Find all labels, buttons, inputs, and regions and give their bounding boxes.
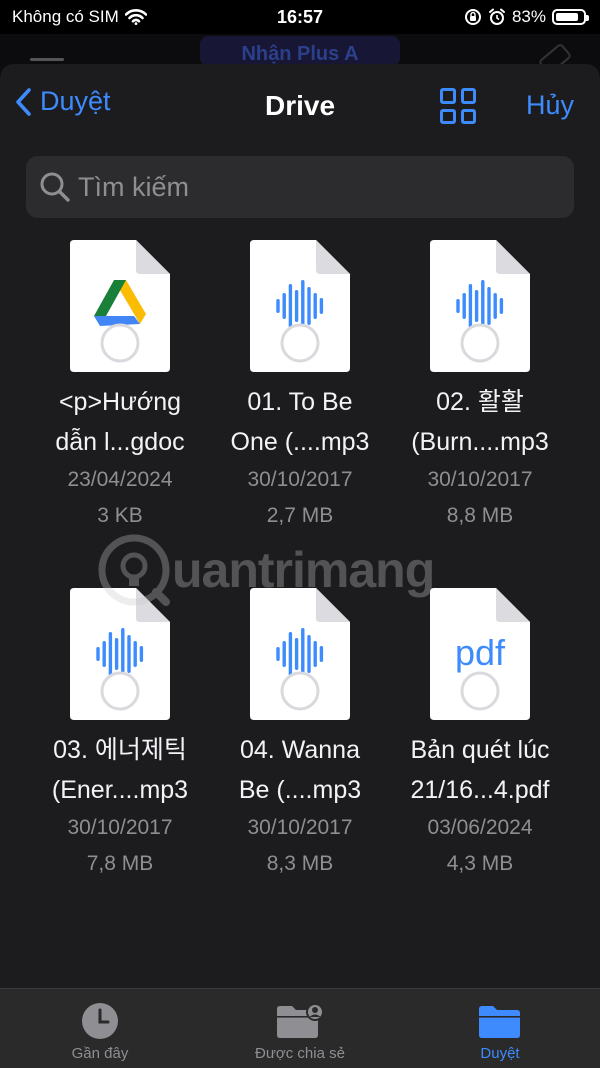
shared-folder-icon [277, 1003, 324, 1038]
file-name-line: <p>Hướng [58, 388, 182, 416]
cancel-button[interactable]: Hủy [526, 90, 574, 121]
search-input[interactable] [72, 155, 574, 219]
tab-shared[interactable]: Được chia sẻ [200, 989, 400, 1068]
file-name-line: (Burn....mp3 [411, 428, 549, 456]
search-bar[interactable] [26, 155, 574, 219]
navigation-bar: Duyệt Drive Hủy [0, 64, 600, 152]
file-grid: <p>Hướng dẫn l...gdoc 23/04/2024 3 KB 01. To… [30, 240, 570, 882]
pdf-file-icon: pdf [430, 588, 530, 720]
background-app-title: Nhận Plus A [200, 36, 400, 66]
file-size: 7,8 MB [86, 852, 154, 875]
file-name-line: One (....mp3 [230, 428, 370, 456]
file-date: 23/04/2024 [67, 468, 173, 491]
carrier-label: Không có SIM [12, 7, 119, 26]
file-name-line: Be (....mp3 [238, 776, 362, 804]
audio-file-icon [250, 240, 350, 372]
file-date: 30/10/2017 [247, 468, 353, 491]
tab-browse-label: Duyệt [480, 1045, 520, 1062]
file-name: <p>Hướng dẫn l...gdoc [55, 382, 184, 462]
chevron-left-icon [16, 87, 31, 116]
alarm-icon [488, 8, 505, 25]
file-name-line: 03. 에너제틱 [53, 736, 187, 764]
audio-file-icon [250, 588, 350, 720]
file-date: 30/10/2017 [247, 816, 353, 839]
battery-level [556, 13, 578, 21]
file-item[interactable]: 01. To Be One (....mp3 30/10/2017 2,7 MB [210, 240, 390, 534]
back-label: Duyệt [40, 86, 111, 116]
file-size: 8,8 MB [446, 504, 514, 527]
file-item[interactable]: 04. Wanna Be (....mp3 30/10/2017 8,3 MB [210, 588, 390, 882]
file-date: 03/06/2024 [427, 816, 533, 839]
file-name: 03. 에너제틱 (Ener....mp3 [52, 730, 188, 810]
file-name: 01. To Be One (....mp3 [231, 382, 370, 462]
back-button[interactable]: Duyệt [14, 86, 111, 117]
tab-browse[interactable]: Duyệt [400, 989, 600, 1068]
tab-recents-label: Gần đây [71, 1045, 129, 1062]
file-date: 30/10/2017 [67, 816, 173, 839]
file-name: 02. 활활 (Burn....mp3 [411, 382, 549, 462]
file-item[interactable]: pdf Bản quét lúc 21/16...4.pdf 03/06/2024 4,… [390, 588, 570, 882]
battery-icon [552, 9, 589, 25]
folder-icon [479, 1006, 520, 1038]
audio-file-icon [430, 240, 530, 372]
tab-recents[interactable]: Gần đây [0, 989, 200, 1068]
file-name: 04. Wanna Be (....mp3 [239, 730, 361, 810]
file-name-line: dẫn l...gdoc [55, 428, 185, 456]
file-name-line: (Ener....mp3 [51, 776, 189, 804]
file-size: 3 KB [97, 504, 143, 527]
tab-shared-label: Được chia sẻ [255, 1045, 345, 1062]
search-icon [40, 172, 70, 202]
clock-icon [82, 1003, 118, 1039]
file-item[interactable]: 03. 에너제틱 (Ener....mp3 30/10/2017 7,8 MB [30, 588, 210, 882]
tab-bar: Gần đây Được chia sẻ Duyệt [0, 988, 600, 1068]
status-bar: Không có SIM 16:57 83% [0, 0, 600, 34]
orientation-lock-icon [464, 9, 481, 25]
file-name-line: Bản quét lúc [410, 736, 550, 764]
wifi-icon [124, 9, 147, 25]
grid-view-icon[interactable] [440, 88, 476, 124]
file-item[interactable]: <p>Hướng dẫn l...gdoc 23/04/2024 3 KB [30, 240, 210, 534]
file-size: 2,7 MB [266, 504, 334, 527]
background-menu-icon [30, 58, 64, 61]
battery-percent: 83% [511, 7, 546, 26]
file-name-line: 02. 활활 [436, 388, 524, 416]
file-name-line: 21/16...4.pdf [410, 776, 550, 804]
audio-file-icon [70, 588, 170, 720]
file-item[interactable]: 02. 활활 (Burn....mp3 30/10/2017 8,8 MB [390, 240, 570, 534]
file-picker-sheet: Duyệt Drive Hủy <p>Hướng dẫn l...gdoc 23/0… [0, 64, 600, 1067]
file-size: 8,3 MB [266, 852, 334, 875]
svg-text:pdf: pdf [455, 632, 506, 673]
google-drive-doc-icon [70, 240, 170, 372]
file-name: Bản quét lúc 21/16...4.pdf [410, 730, 549, 810]
file-name-line: 04. Wanna [240, 736, 360, 764]
file-size: 4,3 MB [446, 852, 514, 875]
file-date: 30/10/2017 [427, 468, 533, 491]
file-name-line: 01. To Be [247, 388, 353, 416]
